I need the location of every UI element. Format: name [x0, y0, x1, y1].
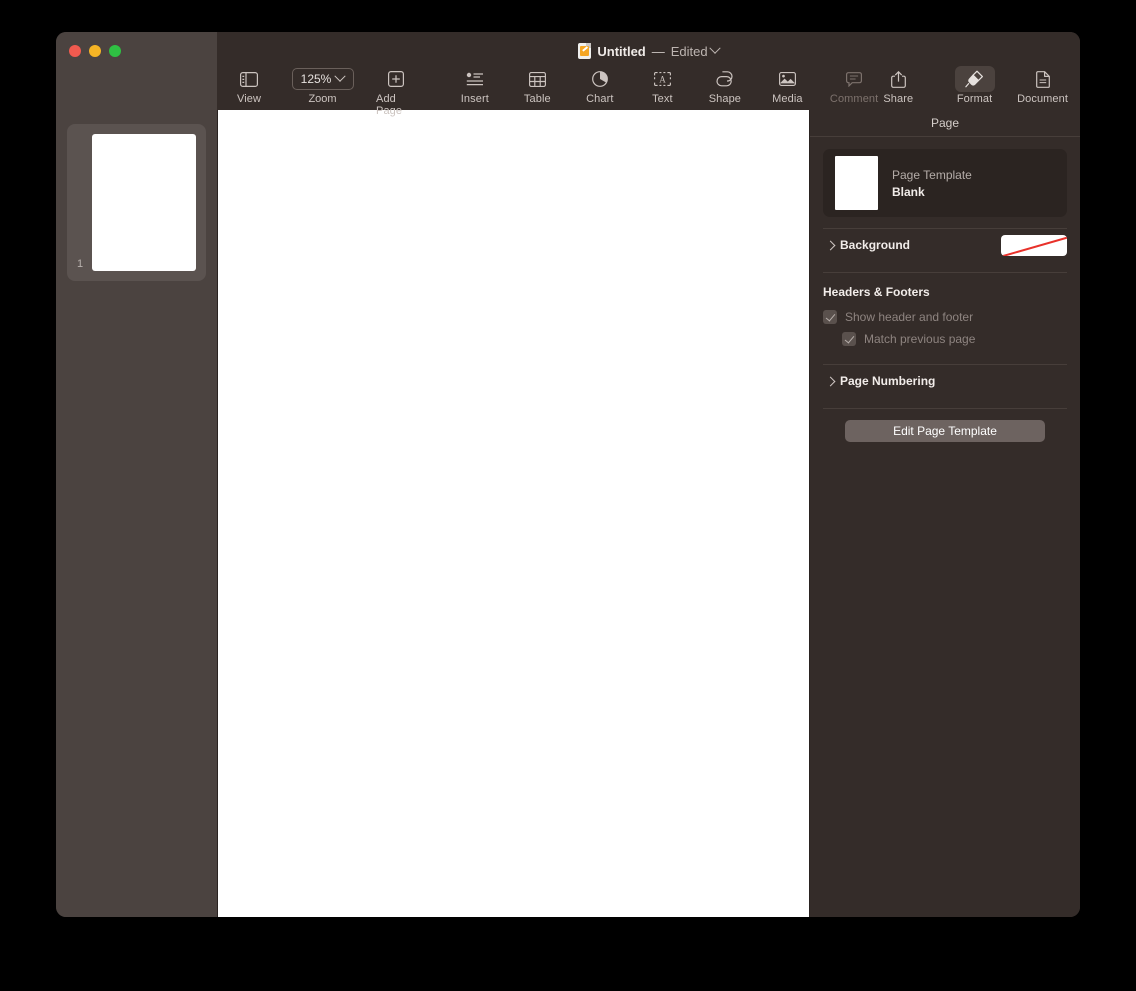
table-grid-icon — [517, 66, 557, 92]
plus-square-icon — [376, 66, 416, 92]
toolbar-item-comment-label: Comment — [830, 93, 878, 105]
page-thumbnail-preview — [92, 134, 196, 271]
window-body: 1 Page Page Template Blank Background — [56, 110, 1080, 917]
insert-list-icon — [455, 66, 495, 92]
document-page-icon — [1023, 66, 1063, 92]
panel-title: Page — [810, 110, 1080, 137]
toolbar-item-shape[interactable]: Shape — [705, 64, 745, 105]
paintbrush-icon — [955, 66, 995, 92]
pages-document-icon — [578, 43, 591, 59]
toolbar-item-document[interactable]: Document — [1017, 64, 1068, 105]
toolbar-item-zoom[interactable]: 125% Zoom — [292, 64, 354, 105]
page-template-thumbnail — [835, 156, 878, 210]
show-header-footer-checkbox[interactable] — [823, 310, 837, 324]
format-panel: Page Page Template Blank Background — [810, 110, 1080, 917]
edit-page-template-button[interactable]: Edit Page Template — [845, 420, 1045, 442]
page-numbering-row[interactable]: Page Numbering — [823, 365, 1067, 397]
show-header-footer-label: Show header and footer — [845, 310, 973, 324]
chevron-right-icon[interactable] — [823, 242, 837, 249]
toolbar-item-format[interactable]: Format — [955, 64, 995, 105]
toolbar-item-format-label: Format — [957, 93, 992, 105]
document-edited-menu[interactable]: Edited — [671, 45, 719, 58]
toolbar-item-chart[interactable]: Chart — [580, 64, 620, 105]
page-template-label: Page Template — [892, 168, 972, 182]
document-canvas[interactable] — [217, 110, 810, 917]
match-previous-page-row[interactable]: Match previous page — [823, 328, 1067, 350]
document-title: Untitled — Edited — [217, 43, 1080, 59]
titlebar-main-region: Untitled — Edited — [217, 32, 1080, 110]
sidebar-icon — [229, 66, 269, 92]
match-previous-page-label: Match previous page — [864, 332, 975, 346]
show-header-footer-row[interactable]: Show header and footer — [823, 306, 1067, 328]
toolbar-item-add-page-label: Add Page — [376, 93, 416, 117]
window-controls — [69, 45, 121, 57]
no-fill-slash-icon — [1001, 235, 1067, 256]
chevron-down-icon — [335, 71, 346, 82]
page-thumbnails-sidebar[interactable]: 1 — [56, 110, 217, 917]
pages-window: Untitled — Edited — [56, 32, 1080, 917]
toolbar-item-chart-label: Chart — [586, 93, 613, 105]
toolbar-item-view[interactable]: View — [229, 64, 269, 105]
pie-chart-icon — [580, 66, 620, 92]
toolbar-item-shape-label: Shape — [709, 93, 741, 105]
toolbar-item-insert-label: Insert — [461, 93, 489, 105]
toolbar-item-table-label: Table — [524, 93, 551, 105]
toolbar-item-text[interactable]: A Text — [642, 64, 682, 105]
chevron-right-icon[interactable] — [823, 378, 837, 385]
page-thumbnail-number: 1 — [77, 258, 83, 270]
background-color-swatch[interactable] — [1001, 235, 1067, 256]
headers-footers-heading: Headers & Footers — [823, 285, 1067, 299]
toolbar-item-add-page[interactable]: Add Page — [376, 64, 416, 117]
title-separator: — — [652, 45, 665, 58]
page-thumbnail-item[interactable]: 1 — [67, 124, 206, 281]
zoom-button[interactable] — [109, 45, 121, 57]
divider — [823, 408, 1067, 409]
titlebar: Untitled — Edited — [56, 32, 1080, 110]
background-label: Background — [840, 238, 910, 252]
photo-icon — [767, 66, 807, 92]
share-upload-icon — [878, 66, 918, 92]
text-box-icon: A — [642, 66, 682, 92]
panel-body: Page Template Blank Background Headers &… — [810, 137, 1080, 442]
page-template-card[interactable]: Page Template Blank — [823, 149, 1067, 217]
toolbar-item-media-label: Media — [772, 93, 802, 105]
zoom-value: 125% — [301, 72, 332, 86]
page-numbering-label: Page Numbering — [840, 374, 935, 388]
toolbar-item-zoom-label: Zoom — [308, 93, 336, 105]
toolbar: View 125% Zoom — [217, 64, 1080, 110]
shapes-icon — [705, 66, 745, 92]
svg-text:A: A — [659, 74, 666, 84]
toolbar-item-share[interactable]: Share — [878, 64, 918, 105]
toolbar-item-insert[interactable]: Insert — [455, 64, 495, 105]
document-edited-label: Edited — [671, 45, 708, 58]
zoom-select[interactable]: 125% — [292, 68, 354, 90]
titlebar-sidebar-region — [56, 32, 217, 110]
divider — [823, 272, 1067, 273]
toolbar-item-table[interactable]: Table — [517, 64, 557, 105]
toolbar-item-comment[interactable]: Comment — [830, 64, 878, 105]
toolbar-item-view-label: View — [237, 93, 261, 105]
toolbar-item-share-label: Share — [883, 93, 913, 105]
minimize-button[interactable] — [89, 45, 101, 57]
toolbar-item-text-label: Text — [652, 93, 673, 105]
toolbar-item-document-label: Document — [1017, 93, 1068, 105]
toolbar-item-media[interactable]: Media — [767, 64, 807, 105]
chevron-down-icon — [709, 43, 720, 54]
close-button[interactable] — [69, 45, 81, 57]
document-name: Untitled — [597, 45, 645, 58]
match-previous-page-checkbox[interactable] — [842, 332, 856, 346]
page-template-value: Blank — [892, 185, 972, 199]
comment-bubble-icon — [834, 66, 874, 92]
background-row[interactable]: Background — [823, 229, 1067, 261]
